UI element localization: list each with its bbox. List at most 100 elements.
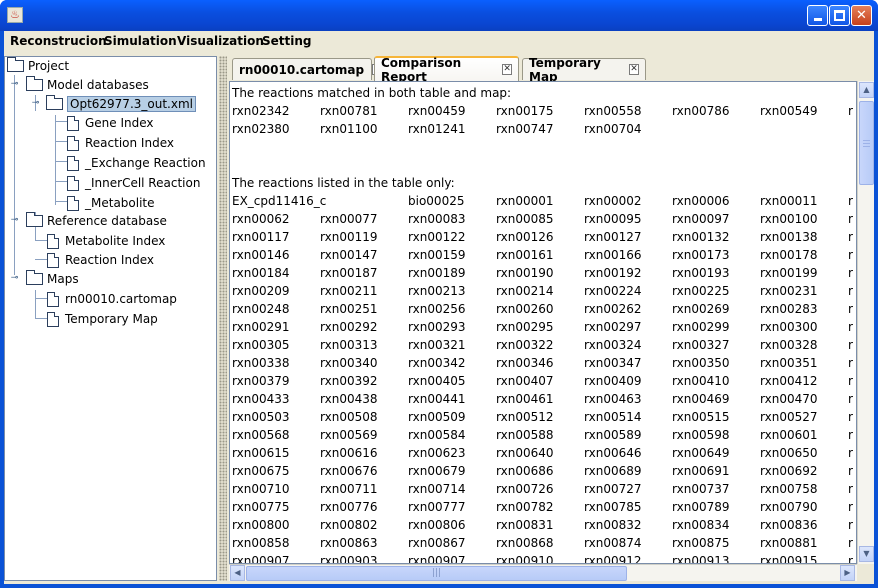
reaction-id: rxn00441 xyxy=(408,392,466,406)
tree-node-label: _Exchange Reaction xyxy=(85,156,206,170)
reaction-id: rxn00224 xyxy=(584,284,642,298)
reaction-id: rxn00782 xyxy=(496,500,554,514)
title-bar[interactable]: ♨ ✕ xyxy=(0,0,878,31)
tree-guide-line xyxy=(35,290,36,319)
tree-node-model-databases[interactable]: Model databases xyxy=(26,76,149,94)
close-button[interactable]: ✕ xyxy=(851,5,872,26)
tab-strip: rn00010.cartomap ✕ Comparison Report ✕ T… xyxy=(228,55,874,84)
tree-node-metabolite[interactable]: _Metabolite xyxy=(67,194,155,212)
menu-reconstrucion[interactable]: Reconstrucion xyxy=(10,34,107,48)
tab-temporary-map[interactable]: Temporary Map ✕ xyxy=(522,56,646,84)
tree-guide-line xyxy=(55,121,67,122)
vertical-scroll-thumb[interactable] xyxy=(859,101,874,185)
reaction-id: rxn00340 xyxy=(320,356,378,370)
tree-node-metabolite-index[interactable]: Metabolite Index xyxy=(47,232,165,250)
scroll-right-icon[interactable]: ▶ xyxy=(840,565,855,581)
maximize-icon xyxy=(834,10,845,21)
scroll-left-icon[interactable]: ◀ xyxy=(230,565,245,581)
split-pane-divider[interactable] xyxy=(219,56,227,581)
tree-node-label: Metabolite Index xyxy=(65,234,166,248)
tree-node-maps[interactable]: Maps xyxy=(26,270,79,288)
reaction-id: r xyxy=(848,536,853,550)
tree-node-label: Reaction Index xyxy=(85,136,174,150)
document-icon xyxy=(47,311,59,327)
collapse-toggle-icon[interactable]: ⊸ xyxy=(10,216,19,225)
reaction-id: rxn00463 xyxy=(584,392,642,406)
tree-node-reaction-index[interactable]: Reaction Index xyxy=(67,134,174,152)
reaction-id: rxn00412 xyxy=(760,374,818,388)
comparison-report-text[interactable]: The reactions matched in both table and … xyxy=(229,81,857,564)
reaction-id: rxn00011 xyxy=(760,194,818,208)
reaction-id: rxn00650 xyxy=(760,446,818,460)
reaction-id: rxn00726 xyxy=(496,482,554,496)
tab-close-icon[interactable]: ✕ xyxy=(629,64,639,75)
scroll-up-icon[interactable]: ▲ xyxy=(859,82,874,98)
tree-node-ref-reaction-index[interactable]: Reaction Index xyxy=(47,251,154,269)
tree-node-project[interactable]: Project xyxy=(7,57,69,75)
reaction-row: rxn00379 rxn00392 rxn00405 rxn00407 rxn00409… xyxy=(232,372,856,390)
tab-label: rn00010.cartomap xyxy=(239,62,365,77)
collapse-toggle-icon[interactable]: ⊸ xyxy=(31,99,40,108)
app-window: ♨ ✕ Reconstrucion Simulation Visualizati… xyxy=(0,0,878,588)
reaction-id: rxn00649 xyxy=(672,446,730,460)
reaction-id: rxn00907 xyxy=(232,554,290,564)
reaction-id: rxn00913 xyxy=(672,554,730,564)
horizontal-scrollbar[interactable]: ◀ ||| ▶ xyxy=(229,564,857,581)
tree-node-gene-index[interactable]: Gene Index xyxy=(67,114,154,132)
tree-guide-line xyxy=(55,115,56,205)
reaction-id: rxn00193 xyxy=(672,266,730,280)
tree-node-label: Gene Index xyxy=(85,116,154,130)
reaction-id: rxn00832 xyxy=(584,518,642,532)
tab-close-icon[interactable]: ✕ xyxy=(502,64,512,75)
tab-cartomap[interactable]: rn00010.cartomap ✕ xyxy=(232,58,382,80)
reaction-id: rxn00147 xyxy=(320,248,378,262)
menu-visualization[interactable]: Visualization xyxy=(177,34,264,48)
reaction-id: rxn00132 xyxy=(672,230,730,244)
reaction-id: rxn00874 xyxy=(584,536,642,550)
reaction-id: rxn00836 xyxy=(760,518,818,532)
tree-node-model-file[interactable]: Opt62977.3_out.xml xyxy=(46,95,196,113)
reaction-id: rxn00062 xyxy=(232,212,290,226)
reaction-id: rxn00291 xyxy=(232,320,290,334)
reaction-id: rxn00379 xyxy=(232,374,290,388)
folder-icon xyxy=(26,212,43,227)
reaction-row: rxn00675 rxn00676 rxn00679 rxn00686 rxn00689… xyxy=(232,462,856,480)
project-tree[interactable]: Project ⊸ Model databases ⊸ Opt62977.3_o… xyxy=(4,56,217,581)
reaction-id: r xyxy=(848,356,853,370)
reaction-id: rxn00190 xyxy=(496,266,554,280)
java-app-icon[interactable]: ♨ xyxy=(7,7,23,23)
reaction-id: r xyxy=(848,464,853,478)
reaction-id: rxn00863 xyxy=(320,536,378,550)
reaction-id: rxn00679 xyxy=(408,464,466,478)
reaction-id: rxn00800 xyxy=(232,518,290,532)
horizontal-scroll-thumb[interactable]: ||| xyxy=(246,566,627,581)
tab-label: Comparison Report xyxy=(381,55,462,84)
menu-setting[interactable]: Setting xyxy=(262,34,312,48)
tree-guide-line xyxy=(35,240,47,241)
scroll-down-icon[interactable]: ▼ xyxy=(859,546,874,562)
tree-node-exchange-reaction[interactable]: _Exchange Reaction xyxy=(67,154,206,172)
reaction-row: rxn00800 rxn00802 rxn00806 rxn00831 rxn00832… xyxy=(232,516,856,534)
reaction-id: rxn00085 xyxy=(496,212,554,226)
reaction-id: r xyxy=(848,302,853,316)
report-spacer xyxy=(232,138,856,174)
tree-guide-line xyxy=(35,259,47,260)
reaction-id: rxn00868 xyxy=(496,536,554,550)
reaction-id: rxn00211 xyxy=(320,284,378,298)
tab-comparison-report[interactable]: Comparison Report ✕ xyxy=(374,55,519,84)
tree-node-temporary-map[interactable]: Temporary Map xyxy=(47,310,158,328)
reaction-id: rxn00295 xyxy=(496,320,554,334)
collapse-toggle-icon[interactable]: ⊸ xyxy=(10,274,19,283)
reaction-id: rxn00470 xyxy=(760,392,818,406)
maximize-button[interactable] xyxy=(829,5,850,26)
reaction-id: rxn00776 xyxy=(320,500,378,514)
vertical-scrollbar[interactable]: ▲ ▼ xyxy=(857,81,874,564)
collapse-toggle-icon[interactable]: ⊸ xyxy=(10,80,19,89)
tree-node-reference-database[interactable]: Reference database xyxy=(26,212,167,230)
reaction-id: rxn00214 xyxy=(496,284,554,298)
menu-simulation[interactable]: Simulation xyxy=(104,34,177,48)
tree-node-innercell-reaction[interactable]: _InnerCell Reaction xyxy=(67,174,200,192)
minimize-button[interactable] xyxy=(807,5,828,26)
tree-node-cartomap[interactable]: rn00010.cartomap xyxy=(47,290,177,308)
reaction-id: rxn00347 xyxy=(584,356,642,370)
